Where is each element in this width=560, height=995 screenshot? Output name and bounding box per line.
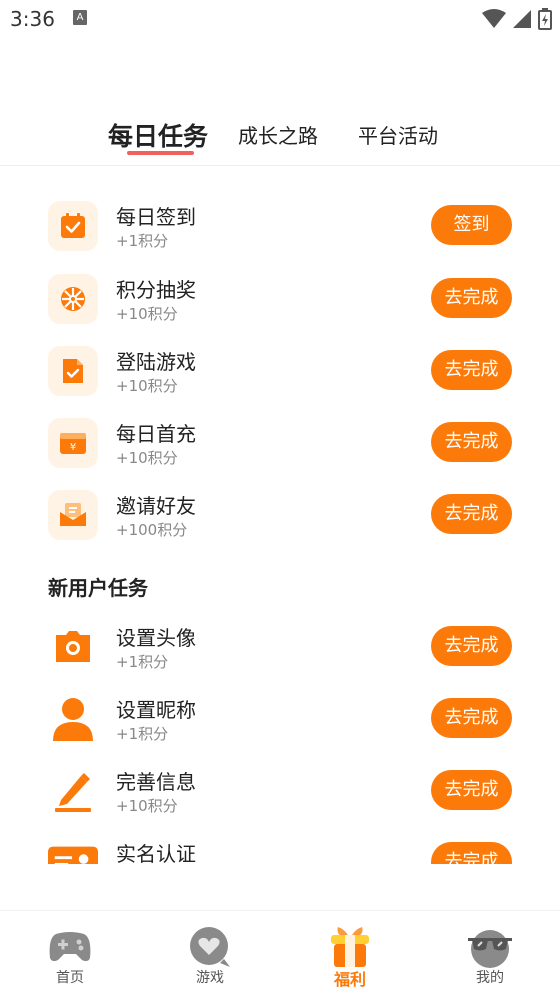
task-item-real-name: 实名认证 去完成	[0, 838, 560, 864]
task-title: 邀请好友	[116, 494, 196, 518]
task-item-lottery: 积分抽奖 +10积分 去完成	[0, 274, 560, 340]
task-title: 每日签到	[116, 205, 196, 229]
task-item-first-recharge: ¥ 每日首充 +10积分 去完成	[0, 418, 560, 484]
task-reward: +1积分	[116, 725, 169, 743]
gift-box-icon	[328, 925, 372, 969]
task-list: 每日签到 +1积分 签到 积分抽奖 +10积分 去完成 登陆游戏 +10积分 去…	[0, 0, 560, 864]
id-card-icon	[48, 838, 98, 864]
task-item-daily-checkin: 每日签到 +1积分 签到	[0, 201, 560, 267]
task-item-set-avatar: 设置头像 +1积分 去完成	[0, 622, 560, 688]
task-reward: +10积分	[116, 377, 178, 395]
task-title: 每日首充	[116, 422, 196, 446]
svg-text:¥: ¥	[70, 442, 76, 453]
task-item-login-game: 登陆游戏 +10积分 去完成	[0, 346, 560, 412]
nav-games[interactable]: 游戏	[140, 911, 280, 995]
sunglasses-face-icon	[468, 925, 512, 969]
go-complete-button[interactable]: 去完成	[431, 422, 512, 462]
go-complete-button[interactable]: 去完成	[431, 626, 512, 666]
new-user-section-title: 新用户任务	[48, 576, 148, 600]
task-reward: +1积分	[116, 653, 169, 671]
task-reward: +10积分	[116, 449, 178, 467]
go-complete-button[interactable]: 去完成	[431, 278, 512, 318]
task-title: 设置昵称	[116, 698, 196, 722]
task-reward: +100积分	[116, 521, 188, 539]
wallet-yen-icon: ¥	[48, 418, 98, 468]
task-title: 积分抽奖	[116, 278, 196, 302]
task-reward: +10积分	[116, 305, 178, 323]
nav-label: 福利	[333, 970, 366, 989]
task-item-set-nickname: 设置昵称 +1积分 去完成	[0, 694, 560, 760]
nav-home[interactable]: 首页	[0, 911, 140, 995]
lottery-wheel-icon	[48, 274, 98, 324]
go-complete-button[interactable]: 去完成	[431, 494, 512, 534]
bottom-nav: 首页 游戏 福利 我的	[0, 910, 560, 995]
task-reward: +1积分	[116, 232, 169, 250]
camera-icon	[48, 622, 98, 672]
go-complete-button[interactable]: 去完成	[431, 842, 512, 864]
pencil-icon	[48, 766, 98, 816]
envelope-icon	[48, 490, 98, 540]
nav-label: 我的	[476, 970, 504, 986]
nav-mine[interactable]: 我的	[420, 911, 560, 995]
gamepad-icon	[48, 925, 92, 969]
task-item-complete-info: 完善信息 +10积分 去完成	[0, 766, 560, 832]
task-title: 登陆游戏	[116, 350, 196, 374]
nav-label: 首页	[56, 970, 84, 986]
go-complete-button[interactable]: 去完成	[431, 770, 512, 810]
nav-welfare[interactable]: 福利	[280, 911, 420, 995]
task-title: 实名认证	[116, 842, 196, 864]
nav-label: 游戏	[196, 970, 224, 986]
heart-bubble-icon	[188, 925, 232, 969]
user-icon	[48, 694, 98, 744]
task-title: 设置头像	[116, 626, 196, 650]
task-reward: +10积分	[116, 797, 178, 815]
task-title: 完善信息	[116, 770, 196, 794]
document-check-icon	[48, 346, 98, 396]
checkin-button[interactable]: 签到	[431, 205, 512, 245]
go-complete-button[interactable]: 去完成	[431, 698, 512, 738]
go-complete-button[interactable]: 去完成	[431, 350, 512, 390]
task-item-invite-friends: 邀请好友 +100积分 去完成	[0, 490, 560, 556]
calendar-check-icon	[48, 201, 98, 251]
